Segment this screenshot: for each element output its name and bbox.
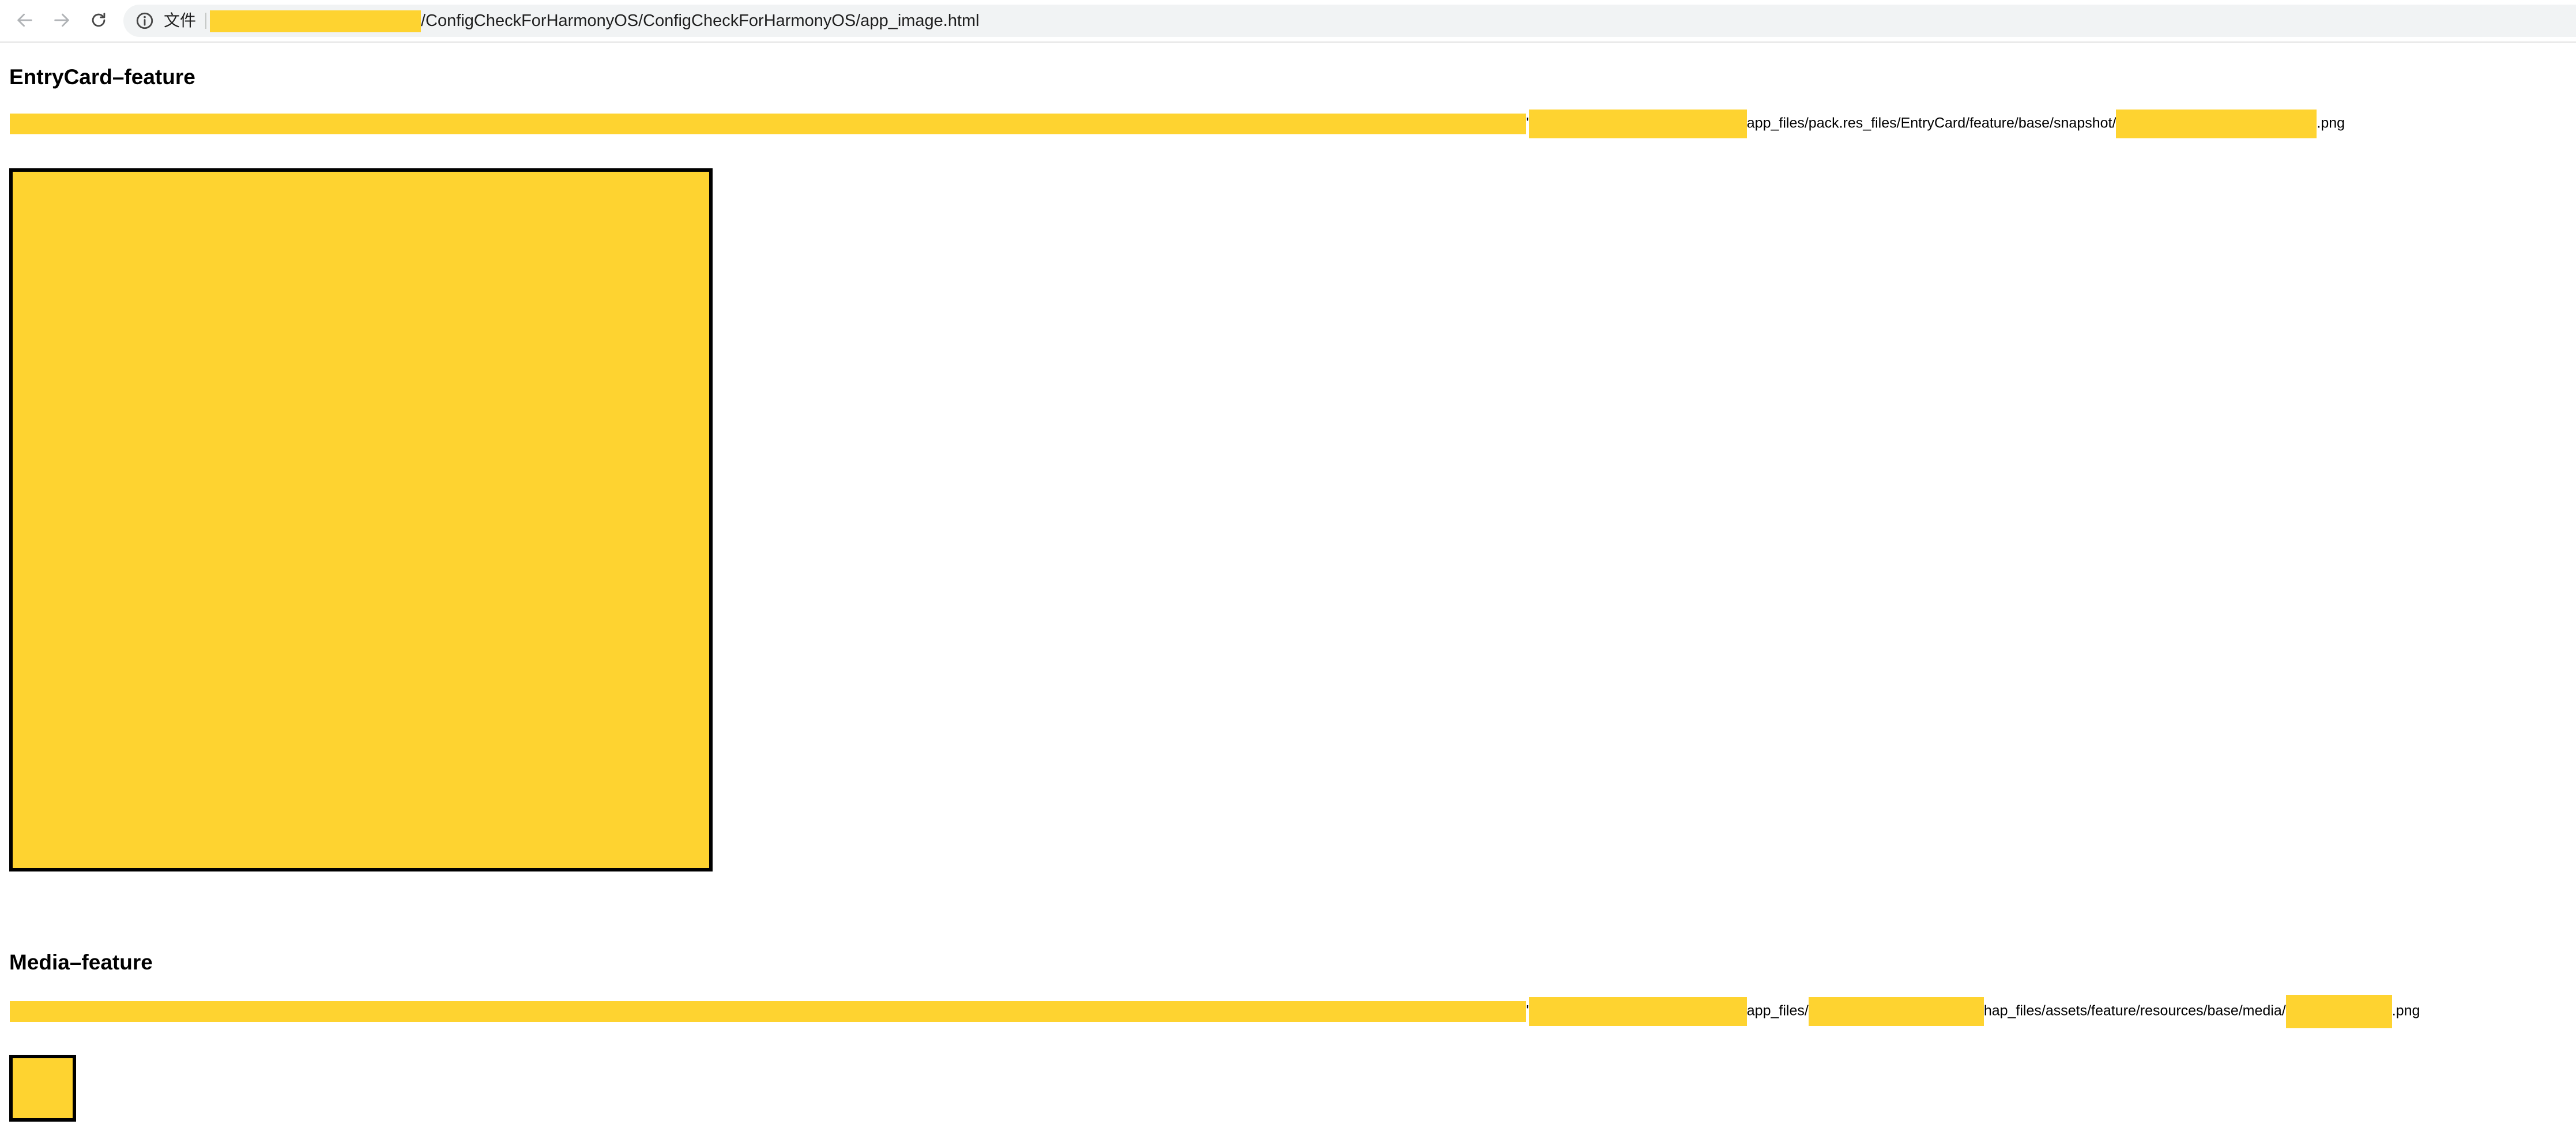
file-path-media: ' app_files/hap_files/assets/feature/reso… xyxy=(10,995,2420,1028)
url-redaction xyxy=(210,10,421,33)
arrow-left-icon xyxy=(17,13,32,27)
section-title-entrycard: EntryCard–feature xyxy=(9,65,195,89)
path-redaction xyxy=(10,114,1526,134)
path-segment: .png xyxy=(2317,115,2345,131)
arrow-right-icon xyxy=(54,13,69,27)
path-redaction xyxy=(1808,997,1984,1026)
back-button[interactable] xyxy=(10,6,39,35)
path-redaction xyxy=(2116,110,2317,138)
info-icon[interactable] xyxy=(135,11,155,31)
forward-button[interactable] xyxy=(47,6,76,35)
path-segment: .png xyxy=(2392,1002,2420,1019)
path-redaction xyxy=(1528,997,1747,1026)
path-redaction xyxy=(2285,995,2392,1028)
path-segment: hap_files/assets/feature/resources/base/… xyxy=(1983,1002,2286,1019)
url-text[interactable]: /ConfigCheckForHarmonyOS/ConfigCheckForH… xyxy=(210,10,980,33)
reload-icon xyxy=(92,13,106,27)
url-path: /ConfigCheckForHarmonyOS/ConfigCheckForH… xyxy=(421,12,980,30)
media-image xyxy=(9,1055,76,1122)
path-redaction xyxy=(1528,110,1747,138)
reload-button[interactable] xyxy=(84,6,113,35)
address-bar[interactable]: 文件 /ConfigCheckForHarmonyOS/ConfigCheckF… xyxy=(123,5,2576,37)
path-segment: app_files/pack.res_files/EntryCard/featu… xyxy=(1746,115,2116,131)
omnibox-divider xyxy=(205,13,206,29)
browser-toolbar: 文件 /ConfigCheckForHarmonyOS/ConfigCheckF… xyxy=(0,0,2576,43)
section-title-media: Media–feature xyxy=(9,950,153,974)
path-segment: app_files/ xyxy=(1746,1002,1809,1019)
file-scheme-label: 文件 xyxy=(164,12,197,29)
file-path-entrycard: ' app_files/pack.res_files/EntryCard/feat… xyxy=(10,110,2345,138)
snapshot-image xyxy=(9,168,713,871)
path-redaction xyxy=(10,1001,1526,1022)
